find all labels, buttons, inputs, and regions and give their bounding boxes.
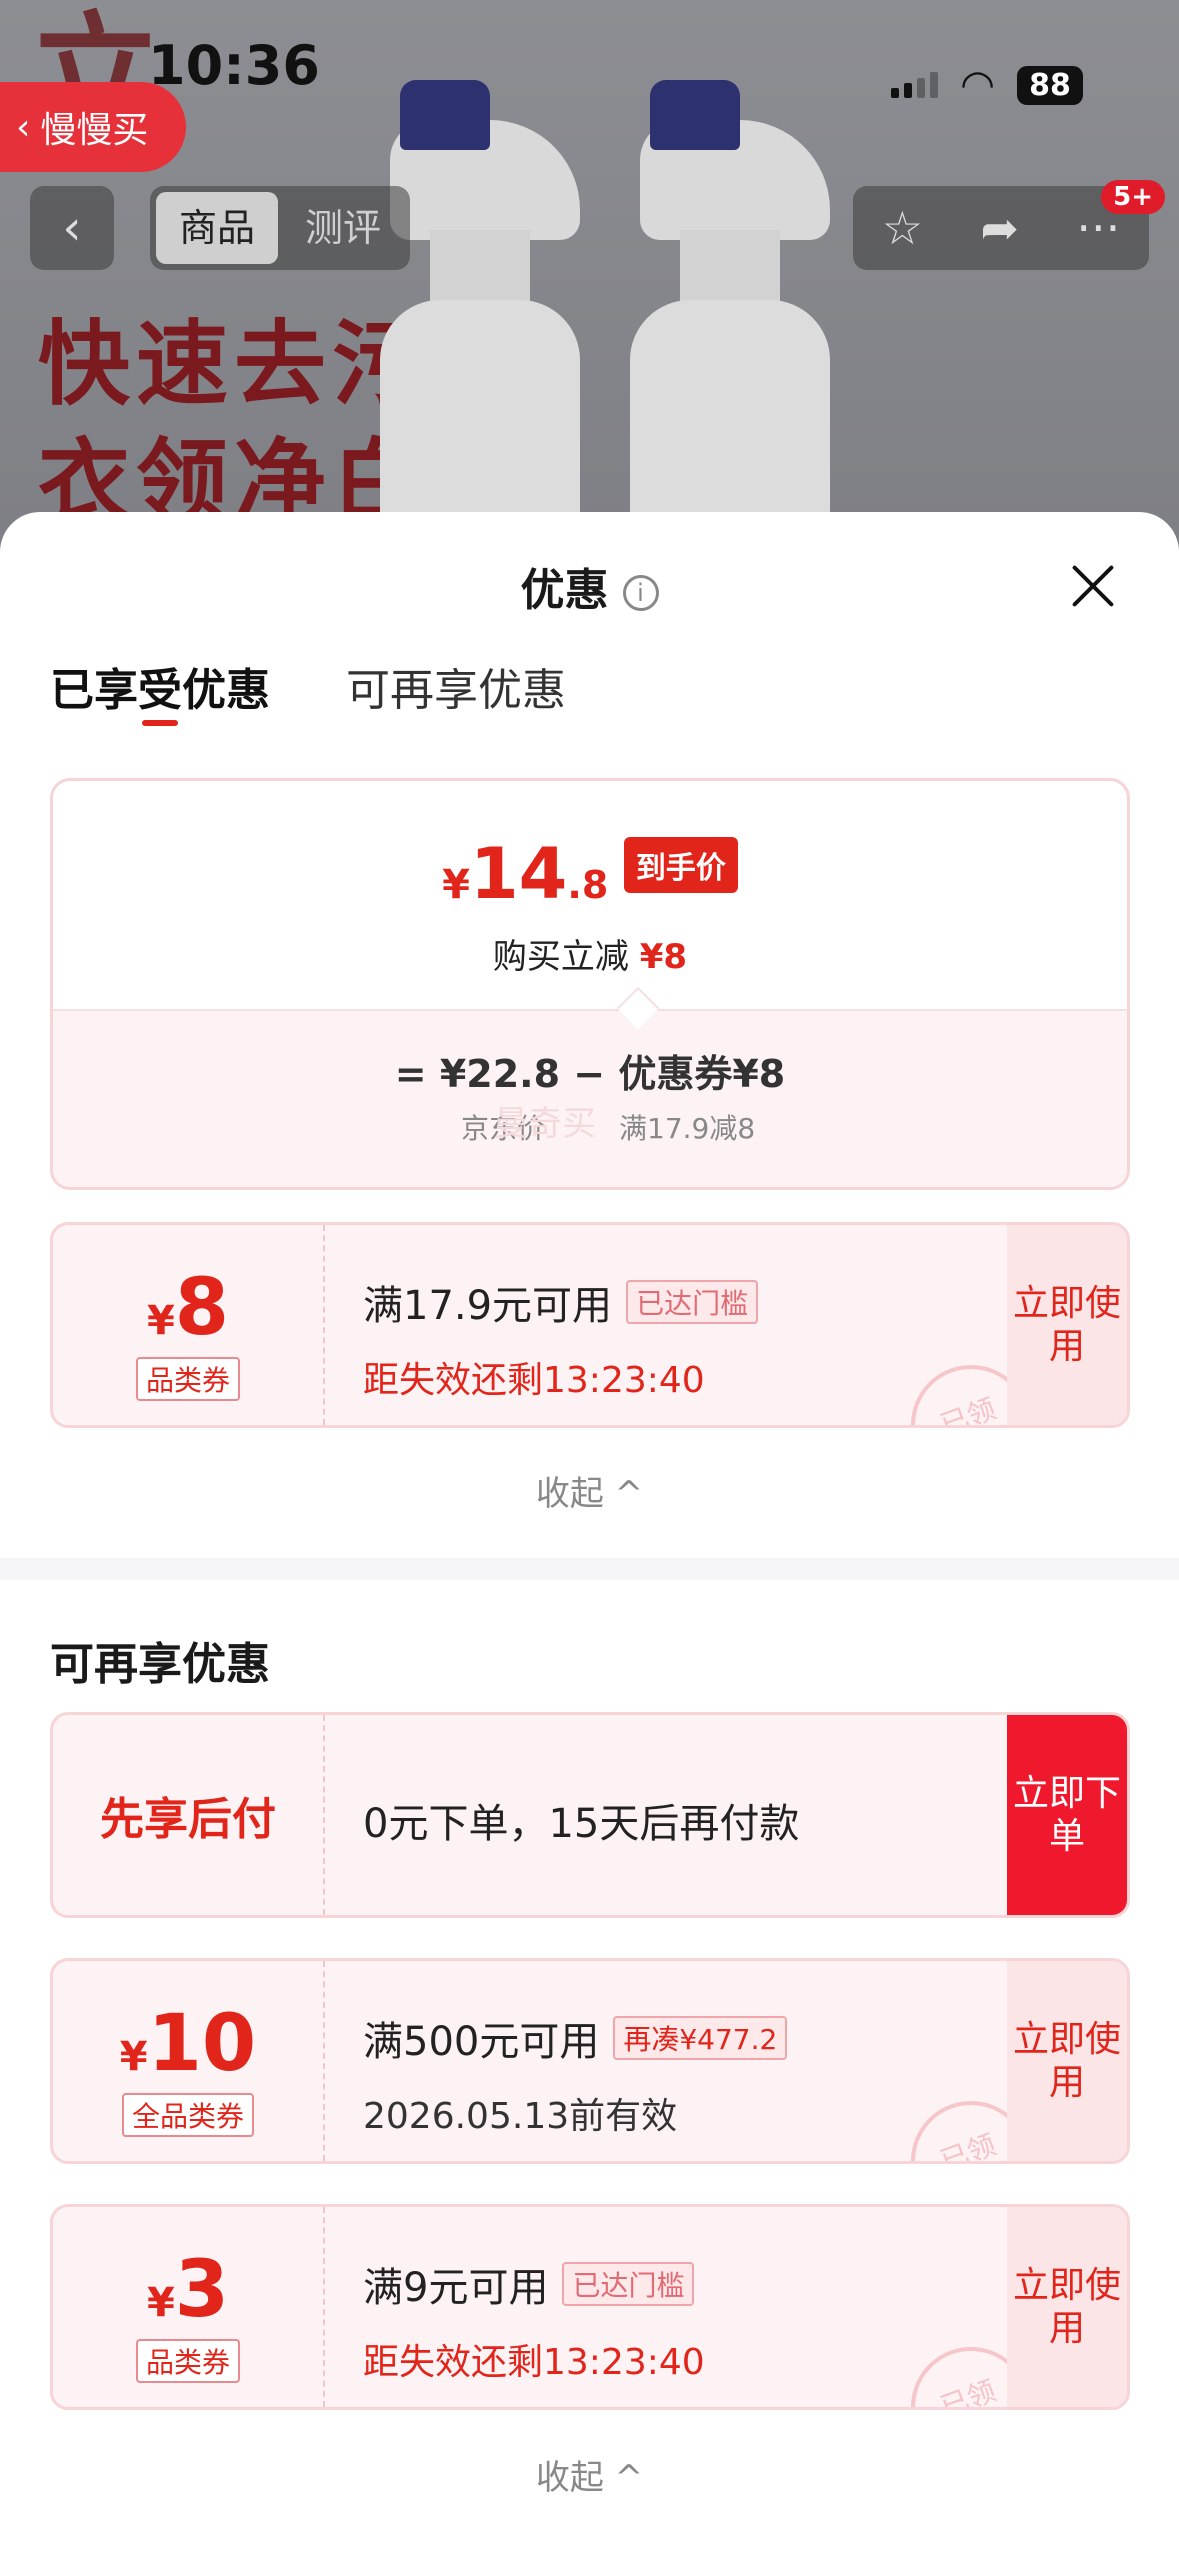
- coupon-card: ¥10 全品类券 满500元可用 再凑¥477.2 2026.05.13前有效 已…: [50, 1958, 1130, 2164]
- coupon-category: 品类券: [135, 2339, 240, 2383]
- coupon-status-tag: 再凑¥477.2: [613, 2016, 788, 2060]
- discount-tabs: 已享受优惠 可再享优惠: [50, 654, 566, 726]
- coupon-status-tag: 已达门槛: [626, 1280, 759, 1324]
- share-icon[interactable]: ➦: [980, 201, 1019, 255]
- final-price: ¥14.8 到手价: [53, 833, 1127, 915]
- use-coupon-button[interactable]: 立即使用: [1007, 2207, 1127, 2407]
- chevron-left-icon: ‹: [62, 200, 82, 256]
- coupon-category: 全品类券: [121, 2093, 254, 2137]
- price-currency: ¥: [442, 862, 470, 908]
- battery-indicator: 88: [1017, 65, 1083, 105]
- pay-later-desc: 0元下单，15天后再付款: [363, 1801, 800, 1847]
- coupon-rule-label: 满17.9减8: [619, 1112, 756, 1145]
- tab-enjoyed-discounts[interactable]: 已享受优惠: [50, 654, 270, 726]
- collapse-button[interactable]: 收起 ^: [0, 1466, 1179, 1515]
- pay-later-label: 先享后付: [53, 1715, 325, 1915]
- coupon-card: ¥3 品类券 满9元可用 已达门槛 距失效还剩13:23:40 已领 立即使用: [50, 2204, 1130, 2410]
- close-icon[interactable]: [1069, 562, 1117, 610]
- pay-later-card: 先享后付 0元下单，15天后再付款 立即下单: [50, 1712, 1130, 1918]
- coupon-amount: 3: [174, 2245, 230, 2335]
- coupon-amount: 8: [174, 1263, 230, 1353]
- back-app-label: 慢慢买: [40, 110, 149, 151]
- use-coupon-button[interactable]: 立即使用: [1007, 1225, 1127, 1425]
- info-icon[interactable]: i: [622, 575, 659, 611]
- coupon-countdown: 距失效还剩13:23:40: [363, 1360, 705, 1401]
- product-tab-switch: 商品 测评: [150, 186, 410, 270]
- collapse-button[interactable]: 收起 ^: [0, 2450, 1179, 2499]
- order-now-button[interactable]: 立即下单: [1007, 1715, 1127, 1915]
- status-time: 10:36: [148, 34, 320, 97]
- coupon-value-area: ¥8 品类券: [53, 1225, 325, 1425]
- coupon-value-area: ¥10 全品类券: [53, 1961, 325, 2161]
- section-divider: [0, 1558, 1179, 1580]
- status-icons: ◠ 88: [891, 62, 1083, 108]
- price-decimal: .8: [567, 863, 609, 907]
- back-button[interactable]: ‹: [30, 186, 114, 270]
- back-to-app-button[interactable]: ‹ 慢慢买: [0, 82, 186, 172]
- coupon-amount: 10: [147, 1999, 257, 2089]
- instant-reduce: 购买立减 ¥8: [53, 929, 1127, 978]
- coupon-card: ¥8 品类券 满17.9元可用 已达门槛 距失效还剩13:23:40 已领 立即使…: [50, 1222, 1130, 1428]
- cellular-signal-icon: [891, 72, 939, 98]
- star-icon[interactable]: ☆: [882, 201, 923, 255]
- use-coupon-button[interactable]: 立即使用: [1007, 1961, 1127, 2161]
- sheet-title-text: 优惠: [520, 565, 609, 616]
- price-formula: = ¥22.8 − 优惠券¥8: [394, 1052, 786, 1096]
- sheet-title: 优惠 i: [0, 554, 1179, 618]
- coupon-status-tag: 已达门槛: [562, 2262, 695, 2306]
- more-discounts-title: 可再享优惠: [50, 1639, 270, 1690]
- product-bottle-image: [610, 80, 840, 560]
- discount-sheet: 优惠 i 已享受优惠 可再享优惠 ¥14.8 到手价 购买立减 ¥8 = ¥22.…: [0, 512, 1179, 2556]
- coupon-condition: 满500元可用: [363, 2019, 600, 2065]
- reduce-label: 购买立减: [492, 937, 629, 977]
- coupon-value-area: ¥3 品类券: [53, 2207, 325, 2407]
- product-bottle-image: [360, 80, 590, 560]
- coupon-condition: 满9元可用: [363, 2265, 549, 2311]
- message-badge: 5+: [1101, 180, 1165, 214]
- tab-more-discounts[interactable]: 可再享优惠: [346, 654, 566, 718]
- wifi-icon: ◠: [960, 62, 995, 108]
- tab-product[interactable]: 商品: [156, 192, 278, 264]
- coupon-currency: ¥: [119, 2034, 148, 2080]
- tab-review[interactable]: 测评: [282, 192, 404, 264]
- coupon-condition: 满17.9元可用: [363, 1283, 613, 1329]
- watermark: 曼奇买: [494, 1104, 596, 1144]
- coupon-currency: ¥: [146, 1298, 175, 1344]
- coupon-category: 品类券: [135, 1357, 240, 1401]
- price-integer: 14: [469, 833, 568, 915]
- reduce-value: ¥8: [639, 937, 688, 977]
- coupon-validity: 2026.05.13前有效: [363, 2096, 678, 2137]
- coupon-currency: ¥: [146, 2280, 175, 2326]
- coupon-countdown: 距失效还剩13:23:40: [363, 2342, 705, 2383]
- chevron-left-icon: ‹: [16, 106, 31, 148]
- final-price-tag: 到手价: [623, 837, 738, 893]
